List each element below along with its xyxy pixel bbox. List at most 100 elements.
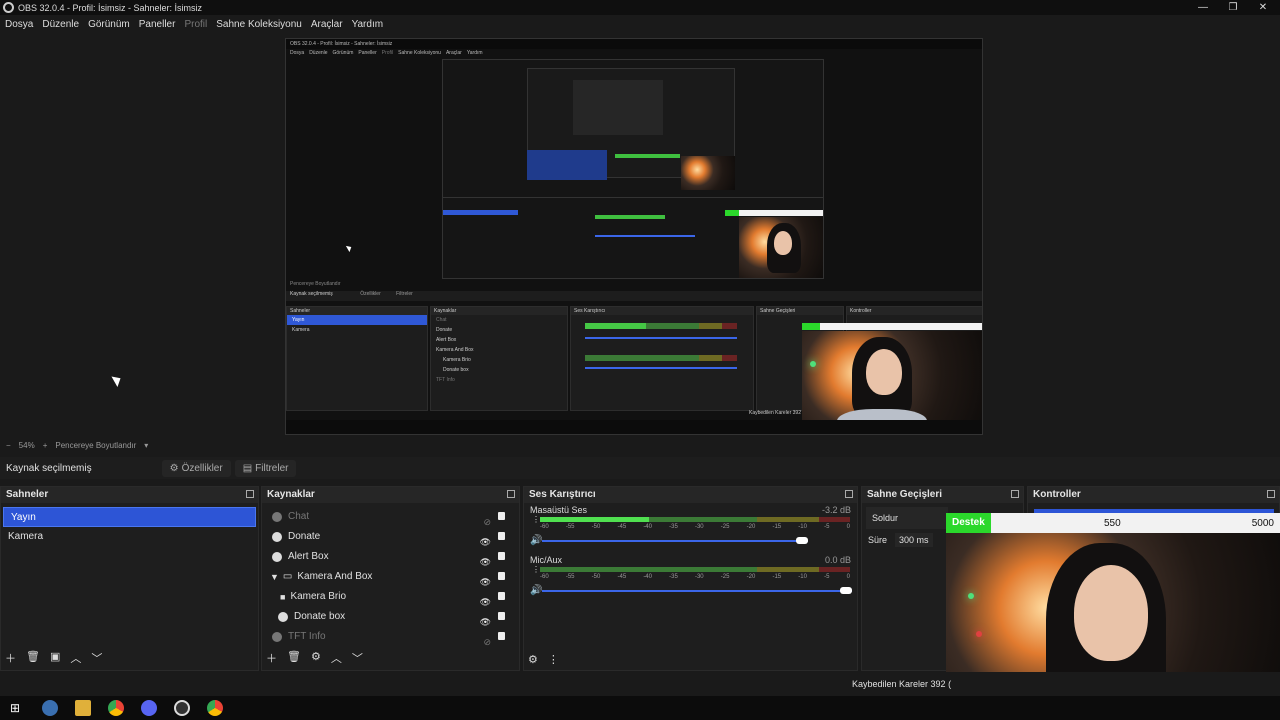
transition-type-select[interactable]: Soldur bbox=[866, 507, 948, 529]
gear-icon[interactable]: ⚙ bbox=[311, 650, 321, 666]
move-down-icon[interactable]: ﹀ bbox=[352, 650, 363, 666]
speaker-icon[interactable]: 🔊 bbox=[530, 535, 542, 546]
mixer-track-mic: Mic/Aux 0.0 dB ⋮ -60 -55 -50 -45 -40 -35 -30 -2… bbox=[524, 553, 857, 603]
zoom-level: 54% bbox=[18, 441, 35, 450]
float-icon[interactable] bbox=[246, 490, 254, 498]
menu-help[interactable]: Yardım bbox=[352, 19, 384, 30]
menu-view[interactable]: Görünüm bbox=[88, 19, 130, 30]
browser-source-icon bbox=[272, 632, 282, 642]
scene-item-kamera[interactable]: Kamera bbox=[1, 527, 258, 547]
mixer-footer: ⚙ ⋮ bbox=[528, 653, 559, 666]
more-options-icon[interactable]: ⋮ bbox=[532, 515, 540, 524]
menu-edit[interactable]: Düzenle bbox=[42, 19, 79, 30]
lock-icon[interactable] bbox=[498, 592, 505, 600]
sources-footer: ＋ 🗑 ⚙ ︿ ﹀ bbox=[266, 650, 363, 666]
mixer-track-desktop: Masaüstü Ses -3.2 dB ⋮ -60 -55 -50 -45 -40 -3… bbox=[524, 503, 857, 553]
source-item[interactable]: Alert Box 👁 bbox=[262, 547, 519, 567]
trash-icon[interactable]: 🗑 bbox=[26, 650, 40, 666]
nested-docks: Sahneler Yayın Kamera Kaynaklar Chat Don… bbox=[286, 306, 982, 434]
track-name: Mic/Aux bbox=[530, 555, 563, 565]
add-icon[interactable]: ＋ bbox=[5, 650, 16, 666]
slider-knob[interactable] bbox=[796, 537, 808, 544]
source-item[interactable]: Donate box 👁 bbox=[262, 607, 519, 627]
lock-icon[interactable] bbox=[498, 572, 505, 580]
source-item[interactable]: Chat ⊘ bbox=[262, 507, 519, 527]
filters-button[interactable]: ▤ Filtreler bbox=[234, 459, 297, 477]
gear-icon: ⚙ bbox=[169, 462, 179, 474]
more-options-icon[interactable]: ⋮ bbox=[532, 565, 540, 574]
nested-source-bar: Kaynak seçilmemiş Özellikler Filtreler bbox=[286, 291, 982, 301]
sources-header: Kaynaklar bbox=[262, 487, 519, 503]
nested-title: OBS 32.0.4 - Profil: İsimsiz - Sahneler:… bbox=[286, 39, 982, 49]
close-icon[interactable]: ✕ bbox=[1248, 0, 1278, 15]
browser-source-icon bbox=[272, 512, 282, 522]
obs-logo-icon bbox=[3, 2, 14, 13]
menu-file[interactable]: Dosya bbox=[5, 19, 33, 30]
windows-start-icon[interactable]: ⊞ bbox=[10, 701, 20, 715]
obs-icon[interactable] bbox=[174, 700, 191, 716]
controls-header: Kontroller bbox=[1028, 487, 1279, 503]
duration-input[interactable]: 300 ms bbox=[895, 533, 933, 547]
chrome-icon[interactable] bbox=[207, 700, 224, 716]
discord-icon[interactable] bbox=[141, 700, 158, 716]
restore-icon[interactable]: ❐ bbox=[1218, 0, 1248, 15]
source-item[interactable]: TFT Info ⊘ bbox=[262, 627, 519, 647]
gear-icon[interactable]: ⚙ bbox=[528, 653, 538, 666]
nested-taskbar bbox=[286, 420, 982, 434]
browser-source-icon bbox=[272, 552, 282, 562]
lock-icon[interactable] bbox=[498, 532, 505, 540]
volume-slider[interactable] bbox=[542, 587, 852, 594]
taskbar: ⊞ bbox=[0, 696, 1280, 720]
move-up-icon[interactable]: ︿ bbox=[331, 650, 342, 666]
move-up-icon[interactable]: ︿ bbox=[70, 650, 81, 666]
slider-knob[interactable] bbox=[840, 587, 852, 594]
preview-display-capture: OBS 32.0.4 - Profil: İsimsiz - Sahneler:… bbox=[285, 38, 983, 435]
chevron-down-icon[interactable]: ▾ bbox=[144, 441, 148, 450]
lock-icon[interactable] bbox=[498, 552, 505, 560]
source-item[interactable]: Donate 👁 bbox=[262, 527, 519, 547]
transitions-header: Sahne Geçişleri bbox=[862, 487, 1023, 503]
track-db: 0.0 dB bbox=[824, 555, 851, 565]
source-group[interactable]: ▼ ▭ Kamera And Box 👁 bbox=[262, 567, 519, 587]
scene-item-yayin[interactable]: Yayın bbox=[3, 507, 256, 527]
app-icon[interactable] bbox=[42, 700, 59, 716]
zoom-in-button[interactable]: + bbox=[43, 441, 48, 450]
more-options-icon[interactable]: ⋮ bbox=[548, 653, 559, 666]
caret-down-icon[interactable]: ▼ bbox=[270, 567, 279, 587]
goal-label: Destek bbox=[946, 513, 991, 533]
trash-icon[interactable]: 🗑 bbox=[287, 650, 301, 666]
lock-icon[interactable] bbox=[498, 512, 505, 520]
menu-docks[interactable]: Paneller bbox=[139, 19, 176, 30]
float-icon[interactable] bbox=[845, 490, 853, 498]
float-icon[interactable] bbox=[507, 490, 515, 498]
title-bar: OBS 32.0.4 - Profil: İsimsiz - Sahneler:… bbox=[0, 0, 1280, 15]
duration-label: Süre bbox=[868, 535, 888, 545]
eye-hidden-icon[interactable]: ⊘ bbox=[483, 632, 491, 652]
zoom-out-button[interactable]: − bbox=[6, 441, 11, 450]
folder-icon[interactable] bbox=[75, 700, 92, 716]
volume-slider[interactable] bbox=[542, 537, 808, 544]
float-icon[interactable] bbox=[1011, 490, 1019, 498]
menu-scene-collection[interactable]: Sahne Koleksiyonu bbox=[216, 19, 302, 30]
add-icon[interactable]: ＋ bbox=[266, 650, 277, 666]
source-item[interactable]: ■ Kamera Brio 👁 bbox=[262, 587, 519, 607]
move-down-icon[interactable]: ﹀ bbox=[91, 650, 102, 666]
minimize-icon[interactable]: — bbox=[1188, 0, 1218, 15]
zoom-fit-select[interactable]: Pencereye Boyutlandır bbox=[55, 441, 136, 450]
menu-profile[interactable]: Profil bbox=[184, 19, 207, 30]
lock-icon[interactable] bbox=[498, 632, 505, 640]
meter-ticks: -60 -55 -50 -45 -40 -35 -30 -25 -20 -15 -10 -5 0 bbox=[540, 524, 850, 530]
status-bar: Kaybedilen Kareler 392 ( bbox=[0, 672, 1280, 696]
track-db: -3.2 dB bbox=[821, 505, 851, 515]
menu-tools[interactable]: Araçlar bbox=[311, 19, 343, 30]
track-name: Masaüstü Ses bbox=[530, 505, 588, 515]
scenes-header: Sahneler bbox=[1, 487, 258, 503]
speaker-icon[interactable]: 🔊 bbox=[530, 585, 542, 596]
filter-icon[interactable]: ▣ bbox=[50, 650, 60, 666]
mixer-header: Ses Karıştırıcı bbox=[524, 487, 857, 503]
float-icon[interactable] bbox=[1267, 490, 1275, 498]
chrome-icon[interactable] bbox=[108, 700, 125, 716]
folder-icon: ▭ bbox=[282, 571, 293, 582]
lock-icon[interactable] bbox=[498, 612, 505, 620]
properties-button[interactable]: ⚙ Özellikler bbox=[161, 459, 231, 477]
